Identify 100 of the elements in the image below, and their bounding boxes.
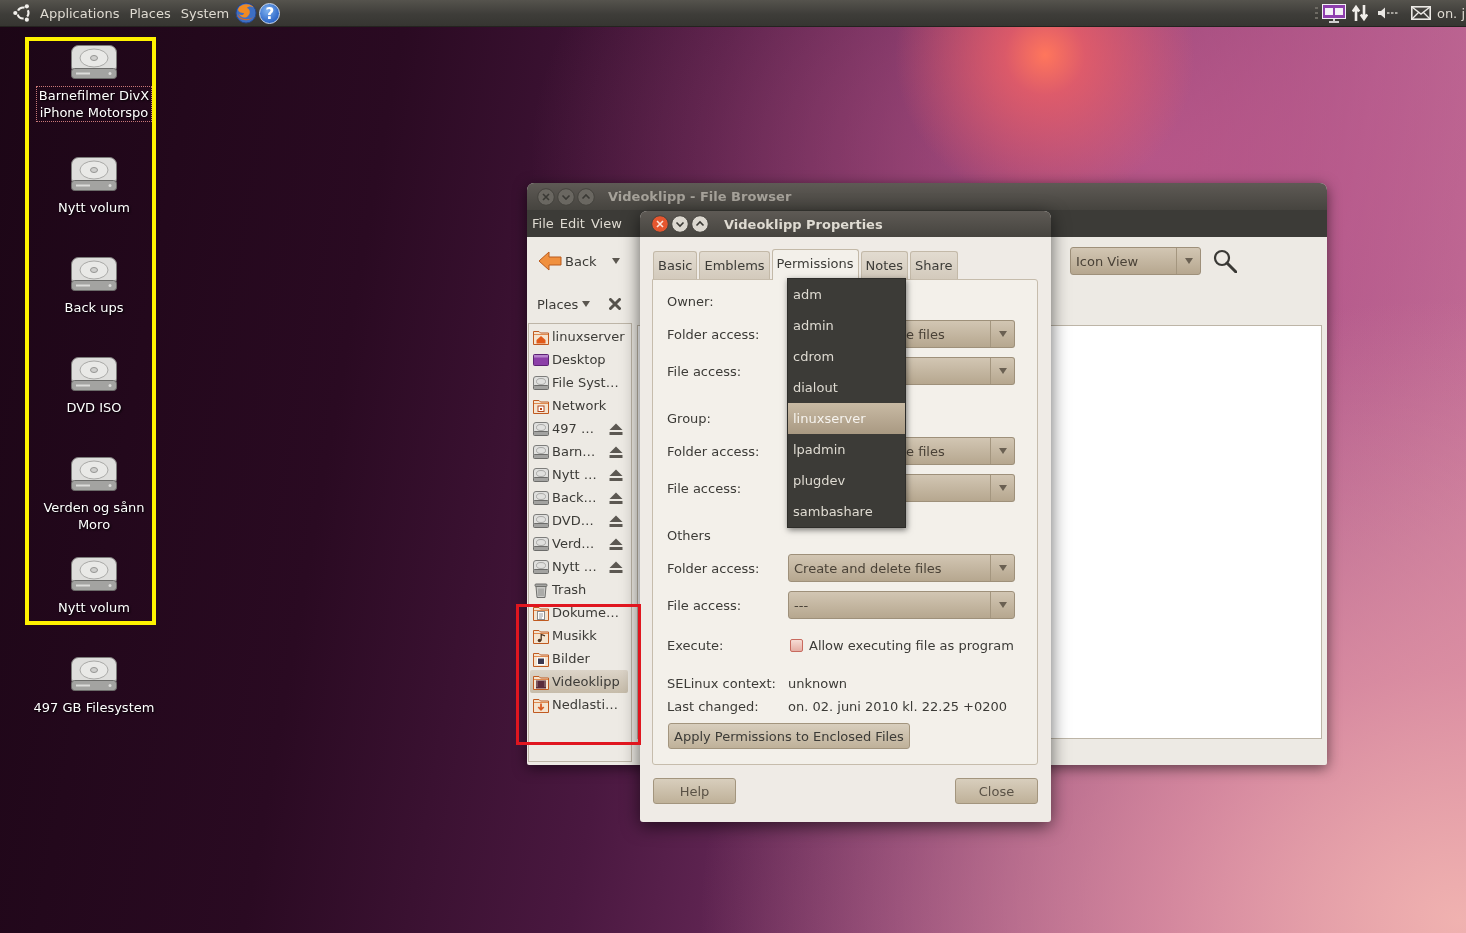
places-item[interactable]: Desktop — [529, 348, 631, 371]
ring-logo-icon[interactable] — [13, 3, 33, 23]
download-folder-icon — [533, 696, 549, 713]
menu-item[interactable]: View — [590, 216, 622, 231]
close-icon[interactable] — [651, 215, 669, 233]
places-item[interactable]: linuxserver — [529, 325, 631, 348]
back-button[interactable]: Back — [538, 251, 597, 271]
access-dropdown[interactable]: e files — [906, 320, 1015, 348]
field-label: Folder access: — [667, 326, 761, 342]
places-item[interactable]: Verd… — [529, 532, 631, 555]
icon-label[interactable]: Back ups — [61, 298, 127, 317]
places-item[interactable]: Dokume… — [529, 601, 631, 624]
eject-icon[interactable] — [609, 468, 623, 481]
field-label: Folder access: — [667, 560, 761, 576]
arrow-left-icon — [538, 251, 562, 271]
eject-icon[interactable] — [609, 537, 623, 550]
globe-icon[interactable] — [235, 2, 258, 24]
icon-label[interactable]: Nytt volum — [55, 198, 133, 217]
tab[interactable]: Share — [910, 251, 958, 279]
places-item[interactable]: Musikk — [529, 624, 631, 647]
places-item[interactable]: DVD… — [529, 509, 631, 532]
field-label: SELinux context: — [667, 675, 777, 691]
checkbox-label[interactable]: Allow executing file as program — [809, 637, 1014, 653]
menu-item[interactable]: adm — [788, 279, 905, 310]
menu-item[interactable]: lpadmin — [788, 434, 905, 465]
icon-label[interactable]: Nytt volum — [55, 598, 133, 617]
drive-icon — [533, 535, 549, 552]
field-label: Owner: — [667, 293, 715, 309]
field-label: File access: — [667, 480, 743, 496]
tab[interactable]: Basic — [653, 251, 698, 279]
places-item[interactable]: Back… — [529, 486, 631, 509]
menu-item[interactable]: Edit — [559, 216, 585, 231]
drive-icon — [533, 420, 549, 437]
places-dropdown[interactable]: Places — [537, 296, 591, 312]
menu-item[interactable]: plugdev — [788, 465, 905, 496]
icon-label[interactable]: 497 GB Filesystem — [30, 698, 158, 717]
places-item[interactable]: Network — [529, 394, 631, 417]
caret-icon — [998, 565, 1007, 571]
panel-menu[interactable]: Applications — [40, 5, 120, 21]
envelope-icon[interactable] — [1410, 6, 1431, 20]
close-icon[interactable] — [609, 298, 621, 310]
up-down-arrows-icon[interactable] — [1351, 4, 1368, 22]
places-item[interactable]: Bilder — [529, 647, 631, 670]
menu-item[interactable]: File — [532, 216, 554, 231]
minimize-icon[interactable] — [671, 215, 689, 233]
screen-icon — [533, 351, 549, 368]
drive-icon[interactable] — [70, 44, 118, 80]
field-value: unknown — [788, 675, 848, 691]
places-item[interactable]: 497 … — [529, 417, 631, 440]
eject-icon[interactable] — [609, 560, 623, 573]
monitor-icon[interactable] — [1321, 3, 1346, 23]
drive-icon[interactable] — [70, 356, 118, 392]
access-dropdown[interactable]: Create and delete files — [788, 554, 1015, 582]
field-label: Folder access: — [667, 443, 761, 459]
menu-item[interactable]: cdrom — [788, 341, 905, 372]
menu-item[interactable]: admin — [788, 310, 905, 341]
speaker-icon[interactable] — [1377, 7, 1400, 19]
panel-menu[interactable]: System — [180, 5, 230, 21]
field-label: Others — [667, 527, 712, 543]
drive-icon[interactable] — [70, 556, 118, 592]
tab[interactable]: Notes — [860, 251, 909, 279]
eject-icon[interactable] — [609, 422, 623, 435]
menu-item[interactable]: sambashare — [788, 496, 905, 527]
places-item[interactable]: File Syst… — [529, 371, 631, 394]
eject-icon[interactable] — [609, 445, 623, 458]
eject-icon[interactable] — [609, 491, 623, 504]
caret-icon[interactable] — [611, 258, 620, 264]
house-folder-icon — [533, 328, 549, 345]
checkbox[interactable] — [790, 638, 803, 652]
network-folder-icon — [533, 397, 549, 414]
tab[interactable]: Emblems — [699, 251, 770, 279]
access-dropdown[interactable]: e files — [906, 437, 1015, 465]
apply-button[interactable]: Apply Permissions to Enclosed Files — [668, 723, 910, 749]
places-item[interactable]: Nytt … — [529, 555, 631, 578]
menu-item[interactable]: dialout — [788, 372, 905, 403]
search-icon[interactable] — [1213, 249, 1237, 273]
eject-icon[interactable] — [609, 514, 623, 527]
places-item[interactable]: Nytt … — [529, 463, 631, 486]
clock-text[interactable]: on. j — [1436, 5, 1465, 21]
drive-icon[interactable] — [70, 456, 118, 492]
tab[interactable]: Permissions — [771, 249, 859, 280]
maximize-icon[interactable] — [691, 215, 709, 233]
icon-label[interactable]: Verden og sånn Moro — [40, 498, 148, 534]
dialog-button[interactable]: Help — [653, 778, 736, 804]
window-title: Videoklipp Properties — [724, 216, 883, 232]
view-mode-dropdown[interactable]: Icon View — [1070, 247, 1201, 275]
dialog-button[interactable]: Close — [955, 778, 1038, 804]
drive-icon[interactable] — [70, 256, 118, 292]
field-label: File access: — [667, 597, 743, 613]
places-item[interactable]: Trash — [529, 578, 631, 601]
icon-label[interactable]: Barnefilmer DivX iPhone Motorspo — [35, 86, 153, 122]
places-item[interactable]: Nedlasti… — [529, 693, 631, 716]
icon-label[interactable]: DVD ISO — [63, 398, 125, 417]
access-dropdown[interactable]: --- — [788, 591, 1015, 619]
panel-menu[interactable]: Places — [129, 5, 171, 21]
drive-icon[interactable] — [70, 156, 118, 192]
drive-icon[interactable] — [70, 656, 118, 692]
places-item[interactable]: Videoklipp — [530, 670, 628, 693]
places-item[interactable]: Barn… — [529, 440, 631, 463]
caret-icon — [582, 301, 591, 307]
